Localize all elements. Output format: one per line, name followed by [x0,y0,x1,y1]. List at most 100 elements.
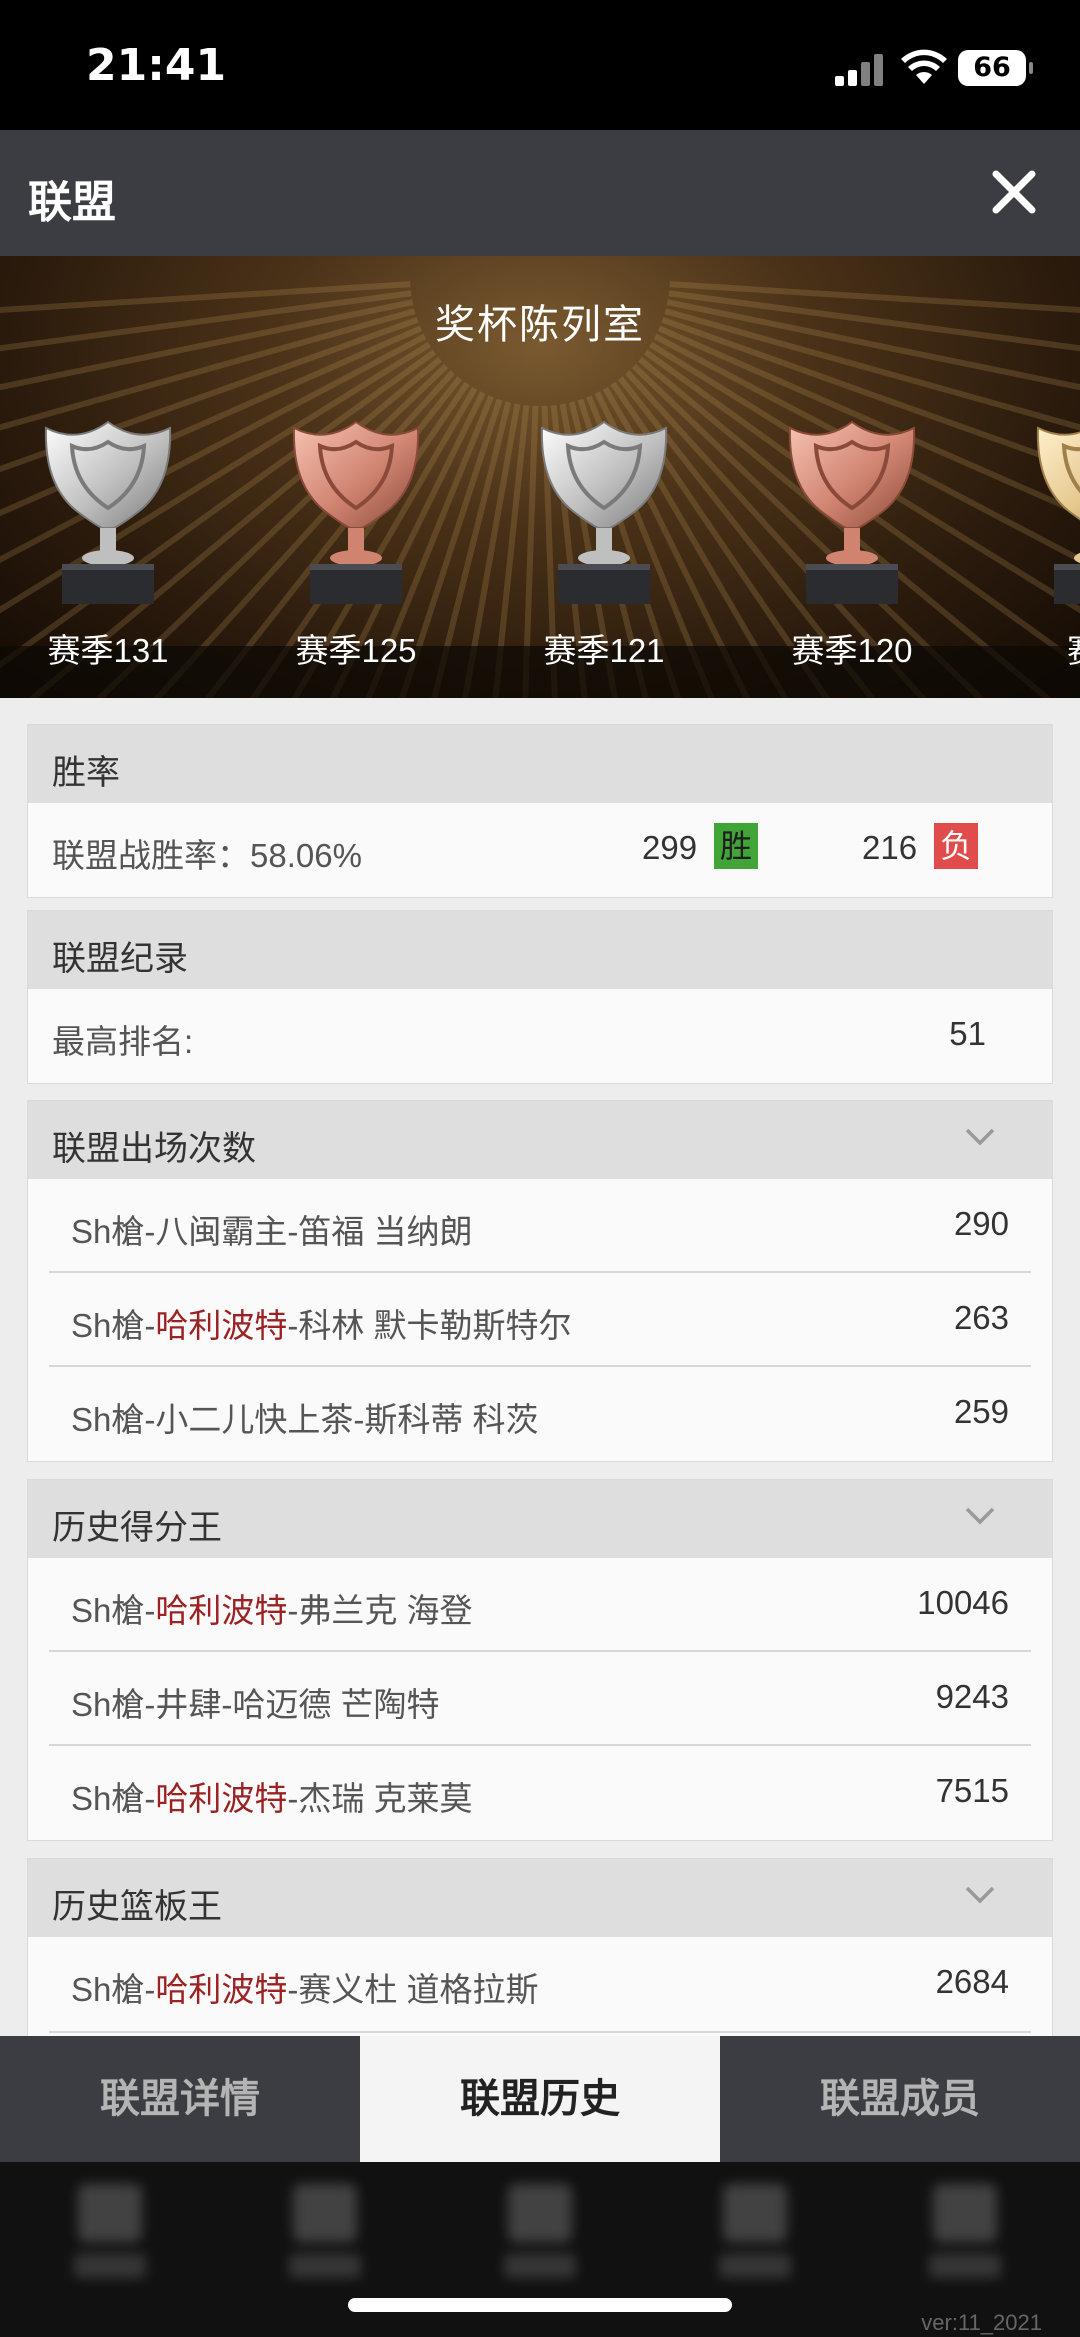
player-name: Sh槍-哈利波特-弗兰克 海登 [71,1584,473,1632]
win-rate-row: 联盟战胜率：58.06% 299 胜 216 负 [28,803,1052,897]
player-stat-value: 259 [953,1393,1009,1430]
win-rate-card: 胜率 联盟战胜率：58.06% 299 胜 216 负 [27,724,1053,898]
battery-icon: 66 [958,50,1033,86]
player-name-prefix: Sh槍- [71,1686,156,1723]
player-name-suffix: -赛义杜 道格拉斯 [287,1971,539,2008]
nav-item-3-icon [500,2184,580,2284]
nav-item-5-icon [925,2184,1005,2284]
trophy-season-label: 赛季125 [295,632,417,669]
trophy-season-label: 赛季131 [47,632,169,669]
rebounds-card: 历史篮板王 Sh槍-哈利波特-赛义杜 道格拉斯 2684 [27,1858,1053,2036]
player-name: Sh槍-井肆-哈迈德 芒陶特 [71,1678,440,1726]
nav-item-2-icon [285,2184,365,2284]
player-stat-value: 10046 [917,1584,1009,1621]
tab-details[interactable]: 联盟详情 [0,2036,360,2162]
best-rank-value: 51 [949,1015,986,1052]
appearances-card: 联盟出场次数 Sh槍-八闽霸主-笛福 当纳朗 290 Sh槍-哈利波特-科林 默卡勒… [27,1100,1053,1462]
player-row[interactable]: Sh槍-井肆-哈迈德 芒陶特 9243 [49,1652,1031,1746]
player-stat-value: 2684 [935,1963,1009,2000]
cellular-signal-icon [835,52,887,86]
chevron-down-icon[interactable] [964,1883,996,1907]
scoring-header[interactable]: 历史得分王 [28,1480,1052,1558]
trophy-item[interactable]: 赛季120 [752,416,952,686]
player-name-suffix: 八闽霸主-笛福 当纳朗 [155,1213,473,1250]
scoring-title: 历史得分王 [52,1509,222,1547]
rebounds-header[interactable]: 历史篮板王 [28,1859,1052,1937]
trophy-item[interactable]: 赛季 [1000,416,1080,686]
player-name-prefix: Sh槍- [71,1307,156,1344]
player-name-suffix: -科林 默卡勒斯特尔 [287,1307,572,1344]
history-content[interactable]: 胜率 联盟战胜率：58.06% 299 胜 216 负 联盟纪录 最高排名: 5… [0,698,1080,2036]
trophy-hall-title: 奖杯陈列室 [435,303,645,347]
page-title: 联盟 [28,178,116,227]
appearances-title: 联盟出场次数 [52,1130,256,1168]
player-name: Sh槍-小二儿快上茶-斯科蒂 科茨 [71,1393,539,1441]
chevron-down-icon[interactable] [964,1125,996,1149]
player-row[interactable]: Sh槍-哈利波特-弗兰克 海登 10046 [49,1558,1031,1652]
player-name-highlight: 哈利波特 [155,1780,288,1817]
player-row[interactable]: Sh槍-哈利波特-科林 默卡勒斯特尔 263 [49,1273,1031,1367]
player-name-prefix: Sh槍- [71,1780,156,1817]
player-name-suffix: -弗兰克 海登 [287,1592,473,1629]
win-rate-header: 胜率 [28,725,1052,803]
nav-item-4-icon [715,2184,795,2284]
player-name-suffix: 井肆-哈迈德 芒陶特 [155,1686,440,1723]
wifi-icon [901,49,947,84]
records-card: 联盟纪录 最高排名: 51 [27,910,1053,1084]
player-name: Sh槍-八闽霸主-笛福 当纳朗 [71,1205,473,1253]
trophy-cup-icon [44,420,172,604]
status-bar: 21:41 66 [0,0,1080,130]
player-stat-value: 290 [953,1205,1009,1242]
trophy-season-label: 赛季121 [543,632,665,669]
trophy-cup-icon [540,420,668,604]
player-name-suffix: 小二儿快上茶-斯科蒂 科茨 [155,1401,539,1438]
home-indicator[interactable] [348,2298,732,2312]
player-stat-value: 7515 [935,1772,1009,1809]
player-row[interactable]: Sh槍-小二儿快上茶-斯科蒂 科茨 259 [49,1367,1031,1461]
rebounds-title: 历史篮板王 [52,1888,222,1926]
player-stat-value: 263 [953,1299,1009,1336]
player-name-prefix: Sh槍- [71,1213,156,1250]
player-row[interactable]: Sh槍-哈利波特-赛义杜 道格拉斯 2684 [49,1937,1031,2031]
best-rank-label: 最高排名: [52,1023,194,1060]
tab-members[interactable]: 联盟成员 [720,2036,1080,2162]
player-stat-value: 9243 [935,1678,1009,1715]
appearances-header[interactable]: 联盟出场次数 [28,1101,1052,1179]
player-name-highlight: 哈利波特 [155,1592,288,1629]
player-name-highlight: 哈利波特 [155,1307,288,1344]
trophy-item[interactable]: 赛季125 [256,416,456,686]
player-name-suffix: -杰瑞 克莱莫 [287,1780,473,1817]
player-name: Sh槍-哈利波特-科林 默卡勒斯特尔 [71,1299,572,1347]
trophy-season-label: 赛季120 [791,632,913,669]
player-name-highlight: 哈利波特 [155,1971,288,2008]
win-badge: 胜 [714,823,758,869]
close-icon[interactable] [984,162,1044,222]
chevron-down-icon[interactable] [964,1504,996,1528]
player-name-prefix: Sh槍- [71,1401,156,1438]
win-rate-title: 胜率 [52,754,120,792]
loss-badge: 负 [934,823,978,869]
trophy-cup-icon [788,420,916,604]
trophy-item[interactable]: 赛季131 [8,416,208,686]
trophy-cup-icon [292,420,420,604]
player-name-prefix: Sh槍- [71,1971,156,2008]
losses-count: 216 [862,829,918,866]
player-name: Sh槍-哈利波特-赛义杜 道格拉斯 [71,1963,539,2011]
trophy-hall-banner: 奖杯陈列室 赛季131 赛季125 赛季121 赛季120 赛季 [0,256,1080,698]
best-rank-row: 最高排名: 51 [28,989,1052,1083]
player-row[interactable]: Sh槍-八闽霸主-笛福 当纳朗 290 [49,1179,1031,1273]
wins-count: 299 [642,829,698,866]
version-label: ver:11_2021 [921,2310,1042,2335]
app-header: 联盟 [0,130,1080,256]
player-name-prefix: Sh槍- [71,1592,156,1629]
records-title: 联盟纪录 [52,940,188,978]
player-row[interactable]: Sh槍-哈利波特-杰瑞 克莱莫 7515 [49,1746,1031,1840]
status-time: 21:41 [86,40,227,91]
trophy-season-label: 赛季 [1000,624,1080,672]
win-rate-label: 联盟战胜率：58.06% [52,837,362,874]
records-header: 联盟纪录 [28,911,1052,989]
trophy-item[interactable]: 赛季121 [504,416,704,686]
tab-history[interactable]: 联盟历史 [360,2036,720,2162]
trophy-cup-icon [1036,426,1080,604]
scoring-card: 历史得分王 Sh槍-哈利波特-弗兰克 海登 10046 Sh槍-井肆-哈迈德 芒陶特… [27,1479,1053,1841]
